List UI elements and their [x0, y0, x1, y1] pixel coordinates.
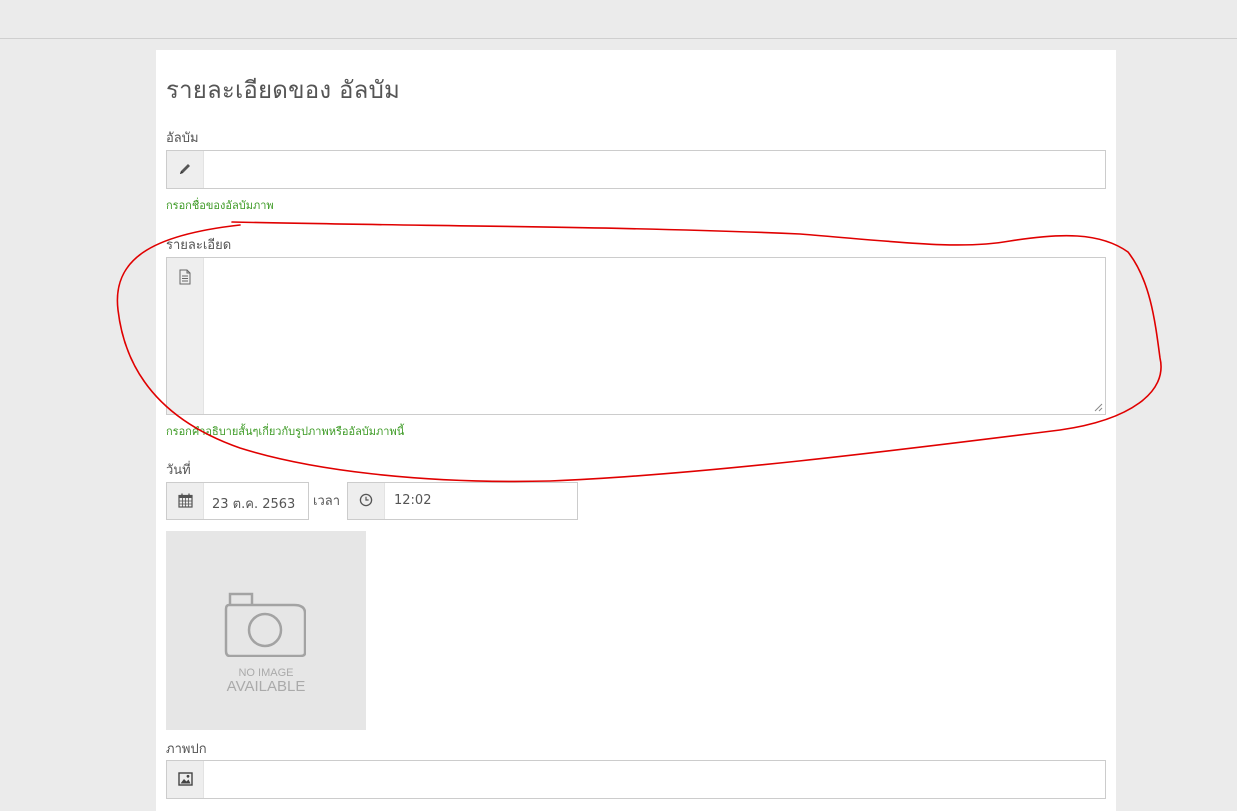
album-addon [167, 151, 204, 188]
album-input-group [166, 150, 1106, 189]
camera-icon [224, 592, 306, 657]
resize-grip-icon[interactable] [1094, 403, 1103, 412]
available-text: AVAILABLE [226, 678, 306, 695]
date-input-group[interactable]: 23 ต.ค. 2563 [166, 482, 309, 520]
date-addon [167, 483, 204, 519]
album-label: อัลบัม [166, 131, 199, 146]
time-label: เวลา [313, 494, 341, 509]
date-value: 23 ต.ค. 2563 [212, 497, 296, 512]
cover-input-group [166, 760, 1106, 799]
image-icon [178, 772, 193, 786]
album-hint: กรอกชื่อของอัลบัมภาพ [166, 199, 274, 212]
cover-image-input[interactable] [204, 761, 1105, 798]
clock-icon [359, 493, 373, 507]
description-input-group [166, 257, 1106, 415]
calendar-icon [178, 493, 193, 508]
description-addon [167, 258, 204, 414]
cover-label: ภาพปก [166, 742, 207, 757]
description-textarea[interactable] [204, 258, 1105, 414]
time-input-group[interactable]: 12:02 [347, 482, 578, 520]
album-name-input[interactable] [204, 151, 1105, 188]
page-title: รายละเอียดของ อัลบัม [166, 76, 401, 104]
pencil-icon [180, 164, 190, 174]
no-image-placeholder[interactable]: NO IMAGE AVAILABLE [166, 531, 366, 730]
date-label: วันที่ [166, 463, 191, 478]
description-hint: กรอกคำอธิบายสั้นๆเกี่ยวกับรูปภาพหรืออัลบ… [166, 425, 405, 438]
time-addon [348, 483, 385, 519]
top-bar [0, 0, 1237, 39]
document-icon [179, 269, 191, 285]
description-label: รายละเอียด [166, 238, 232, 253]
cover-addon [167, 761, 204, 798]
time-value: 12:02 [394, 493, 432, 508]
album-details-panel: รายละเอียดของ อัลบัม อัลบัม กรอกชื่อของอ… [156, 50, 1116, 811]
